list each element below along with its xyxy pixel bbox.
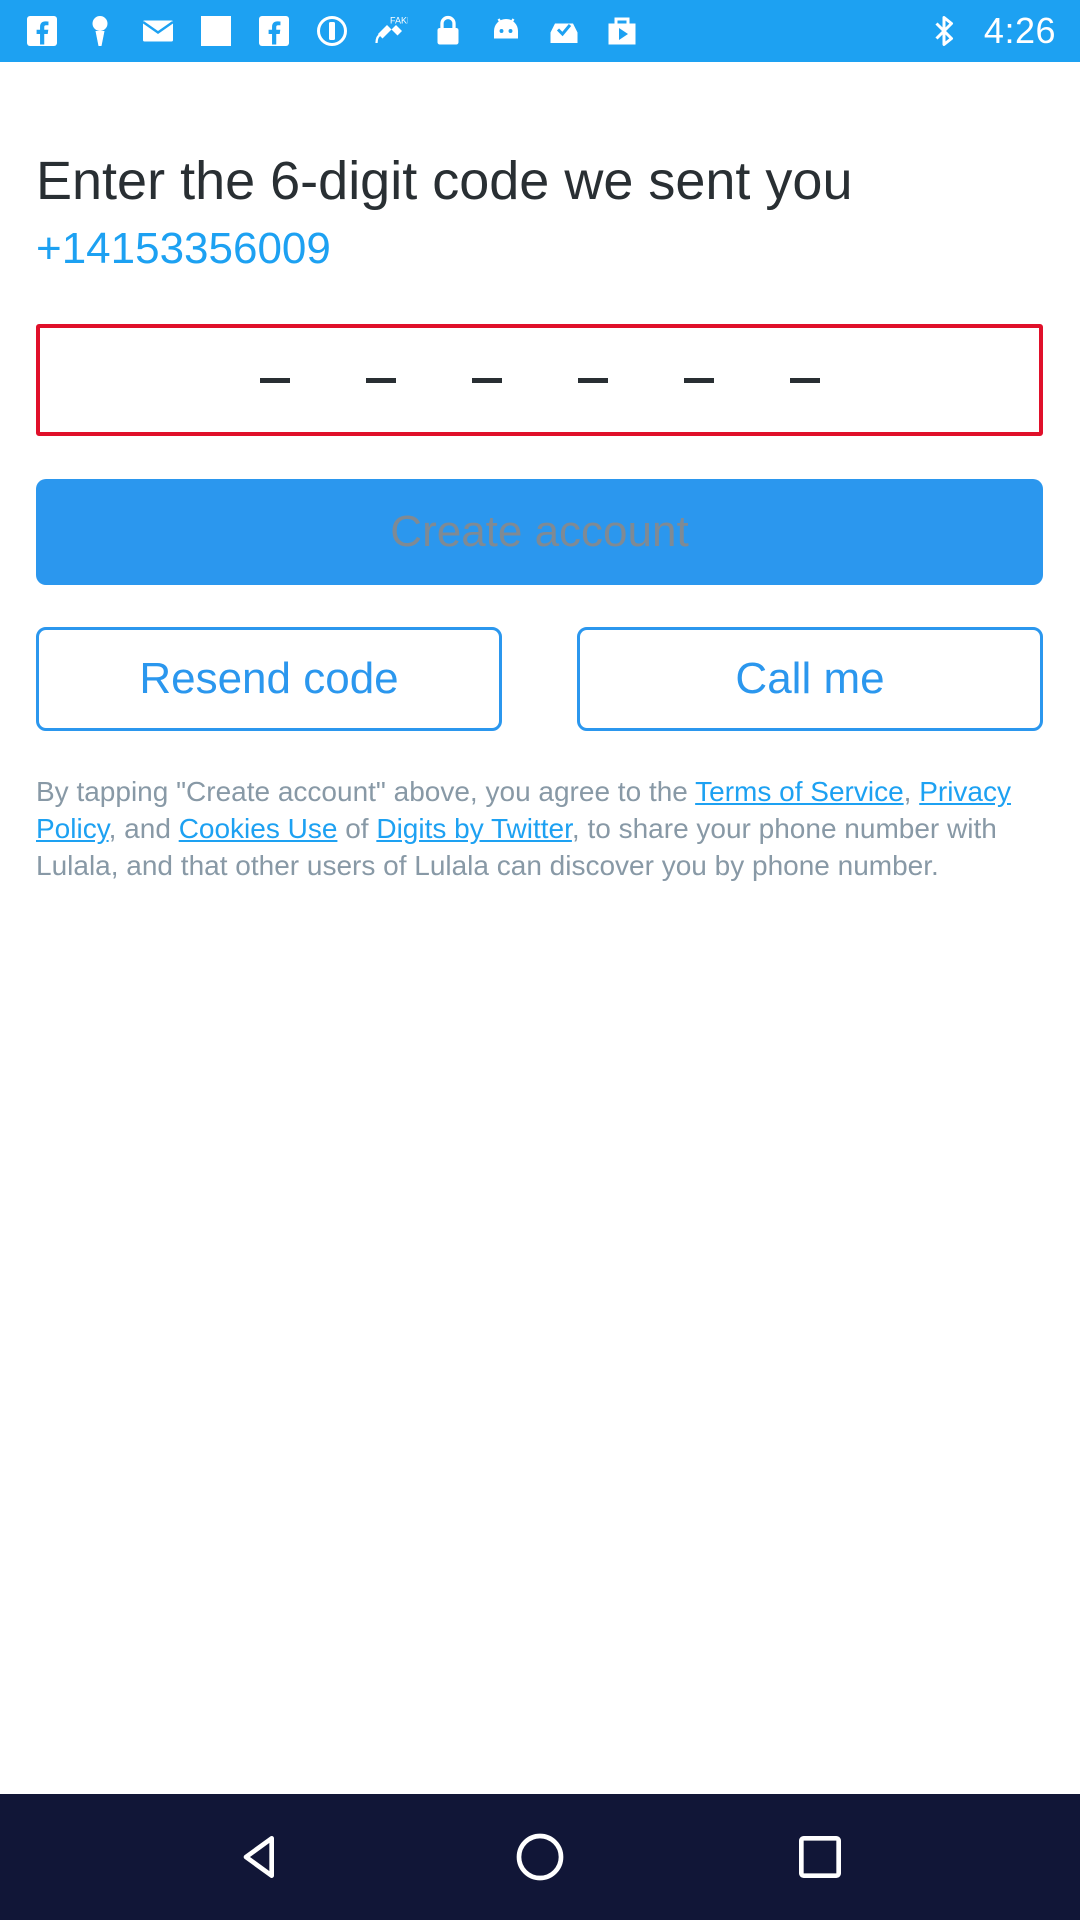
code-slot [670,375,728,385]
code-slot [352,375,410,385]
terms-text: , [903,776,920,807]
status-bar: FAKE 4:26 [0,0,1080,62]
code-slot [458,375,516,385]
call-me-button[interactable]: Call me [577,627,1043,731]
facebook-icon [256,13,292,49]
system-status: 4:26 [926,10,1056,52]
digits-by-twitter-link[interactable]: Digits by Twitter [376,813,572,844]
android-icon [488,13,524,49]
blank-card-icon [198,13,234,49]
svg-text:FAKE: FAKE [390,16,408,26]
code-slots [246,375,834,385]
terms-of-service-link[interactable]: Terms of Service [695,776,904,807]
terms-disclaimer: By tapping "Create account" above, you a… [36,773,1046,884]
recents-icon [799,1836,841,1878]
code-slot [776,375,834,385]
verification-code-input[interactable] [36,324,1043,436]
resend-code-button[interactable]: Resend code [36,627,502,731]
mail-icon [140,13,176,49]
code-slot [564,375,622,385]
code-slot [246,375,304,385]
facebook-icon [24,13,60,49]
phone-number: +14153356009 [36,224,331,273]
notification-icons: FAKE [24,13,640,49]
notification-icon [82,13,118,49]
info-icon [314,13,350,49]
page-title: Enter the 6-digit code we sent you [36,151,853,211]
satellite-icon: FAKE [372,13,408,49]
terms-text: , and [108,813,179,844]
create-account-button[interactable]: Create account [36,479,1043,585]
navigation-bar [0,1794,1080,1920]
bluetooth-icon [926,13,962,49]
cookies-use-link[interactable]: Cookies Use [179,813,338,844]
back-icon [243,1836,274,1878]
lock-icon [430,13,466,49]
play-store-icon [604,13,640,49]
home-button[interactable] [500,1817,580,1897]
clock: 4:26 [983,10,1056,51]
verification-screen: Enter the 6-digit code we sent you +1415… [0,62,1080,1794]
inbox-check-icon [546,13,582,49]
back-button[interactable] [220,1817,300,1897]
recents-button[interactable] [780,1817,860,1897]
terms-text: of [337,813,377,844]
terms-text: By tapping "Create account" above, you a… [36,776,696,807]
home-icon [516,1833,564,1881]
